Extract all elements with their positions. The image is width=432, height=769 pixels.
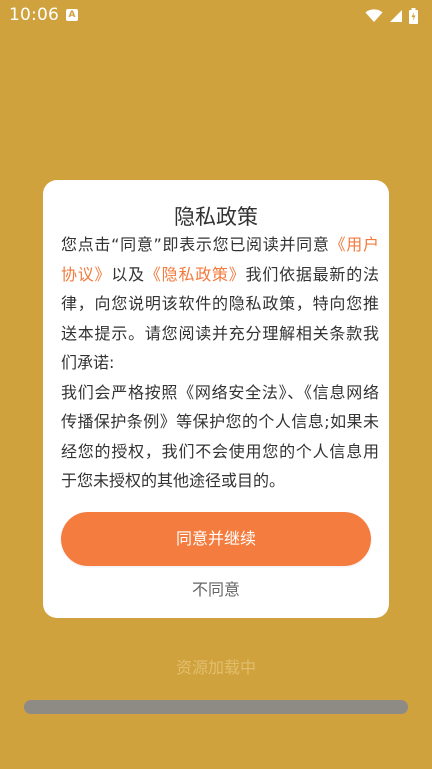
notification-icon: A [66,9,78,21]
body-text-intro: 您点击“同意”即表示您已阅读并同意 [61,235,330,254]
status-bar: 10:06 A [0,0,432,32]
battery-icon [409,8,418,24]
body-text-and: 以及 [111,264,145,284]
dialog-body: 您点击“同意”即表示您已阅读并同意《用户协议》以及《隐私政策》我们依据最新的法律… [61,230,379,496]
privacy-policy-link[interactable]: 《隐私政策》 [145,265,246,284]
wifi-icon [365,9,383,22]
agree-continue-button[interactable]: 同意并继续 [61,512,371,566]
privacy-dialog: 隐私政策 您点击“同意”即表示您已阅读并同意《用户协议》以及《隐私政策》我们依据… [43,180,389,618]
loading-progress-bar [24,700,408,714]
status-icons [365,7,418,25]
body-text-promise: 我们会严格按照《网络安全法》、《信息网络传播保护条例》等保护您的个人信息;如果未… [61,382,379,491]
disagree-button[interactable]: 不同意 [43,576,389,600]
loading-progress-fill [24,700,408,714]
status-time: 10:06 [9,5,59,25]
cell-signal-icon [390,10,402,22]
loading-text: 资源加载中 [175,658,256,677]
dialog-title: 隐私政策 [174,205,258,229]
